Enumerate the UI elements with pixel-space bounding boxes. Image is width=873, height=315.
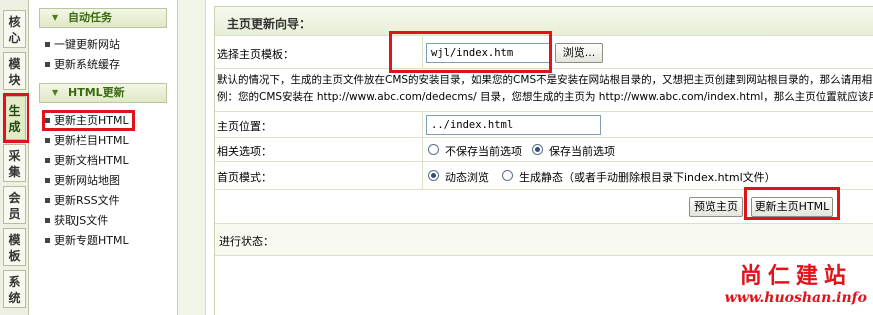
status-label: 进行状态： [219,235,274,248]
watermark-url: www.huoshan.info [724,290,867,306]
sidebar-item-update-cache[interactable]: 更新系统缓存 [45,57,120,73]
sidebar-item-update-columns[interactable]: 更新栏目HTML [45,133,129,149]
template-row: 选择主页模板： wjl/index.htm 浏览... [215,36,873,69]
bullet-icon [45,117,50,123]
mode-row: 首页模式： 动态浏览 生成静态（或者手动删除根目录下index.html文件） [215,162,873,190]
sidebar-item-update-docs[interactable]: 更新文档HTML [45,153,129,169]
bullet-icon [45,157,50,163]
preview-home-button[interactable]: 预览主页 [689,197,743,217]
tab-members[interactable]: 会员 [3,186,26,224]
sidebar-item-update-rss[interactable]: 更新RSS文件 [45,193,120,209]
sidebar-item-label: 更新RSS文件 [54,194,120,207]
note-row: 默认的情况下，生成的主页文件放在CMS的安装目录，如果您的CMS不是安装在网站根… [215,69,873,112]
sidebar-item-update-site[interactable]: 一键更新网站 [45,37,120,53]
watermark: 尚仁建站 www.huoshan.info [725,258,867,306]
bullet-icon [45,217,50,223]
sidebar-item-label: 更新网站地图 [54,174,120,187]
sidebar-item-label: 更新主页HTML [54,114,129,127]
position-row: 主页位置： ../index.html [215,112,873,138]
tab-generate[interactable]: 生成 [3,96,26,140]
sidebar-item-get-js[interactable]: 获取JS文件 [45,213,108,229]
bullet-icon [45,41,50,47]
triangle-down-icon: ▼ [52,13,59,22]
radio-no-save[interactable] [428,144,439,155]
radio-save[interactable] [532,144,543,155]
tab-core[interactable]: 核心 [3,10,26,48]
update-home-html-button[interactable]: 更新主页HTML [751,197,833,217]
sidebar-item-update-sitemap[interactable]: 更新网站地图 [45,173,120,189]
note-line-1: 默认的情况下，生成的主页文件放在CMS的安装目录，如果您的CMS不是安装在网站根… [217,74,873,86]
bullet-icon [45,197,50,203]
status-row: 进行状态： [215,224,873,256]
tab-system[interactable]: 系统 [3,270,26,308]
template-label: 选择主页模板： [217,48,294,61]
sidebar-item-update-home[interactable]: 更新主页HTML [45,113,129,129]
template-input[interactable]: wjl/index.htm [426,43,550,63]
vertical-tab-bar: 核心 模块 生成 采集 会员 模板 系统 [0,0,29,315]
sidebar-item-label: 更新文档HTML [54,154,129,167]
cell-divider [422,36,423,68]
tab-templates[interactable]: 模板 [3,228,26,266]
wizard-title-row: 主页更新向导： [215,7,873,36]
page-title: 主页更新向导： [227,17,312,31]
radio-dynamic[interactable] [428,170,439,181]
bullet-icon [45,61,50,67]
watermark-chinese: 尚仁建站 [739,263,852,289]
cell-divider [422,112,423,137]
bullet-icon [45,137,50,143]
mode-static-label: 生成静态（或者手动删除根目录下index.html文件） [519,171,776,184]
mode-dynamic-label: 动态浏览 [445,171,489,184]
cell-divider [422,138,423,161]
sidebar-item-label: 更新栏目HTML [54,134,129,147]
position-input[interactable]: ../index.html [426,115,601,135]
options-row: 相关选项： 不保存当前选项 保存当前选项 [215,138,873,162]
bullet-icon [45,177,50,183]
sidebar-item-update-topics[interactable]: 更新专题HTML [45,233,129,249]
sidebar-item-label: 更新专题HTML [54,234,129,247]
section-header-auto-tasks[interactable]: ▼ 自动任务 [39,8,167,28]
radio-static[interactable] [502,170,513,181]
triangle-down-icon: ▼ [52,88,59,97]
position-label: 主页位置： [217,120,272,133]
option-no-save-label: 不保存当前选项 [445,145,522,158]
sidebar: ▼ 自动任务 一键更新网站 更新系统缓存 ▼ HTML更新 更新主页HTML 更… [29,0,178,315]
section-title: 自动任务 [68,11,112,24]
tab-modules[interactable]: 模块 [3,52,26,90]
sidebar-item-label: 获取JS文件 [54,214,109,227]
frame-gutter [178,0,206,315]
note-line-2: 例：您的CMS安装在 http://www.abc.com/dedecms/ 目… [217,91,873,103]
option-save-label: 保存当前选项 [549,145,615,158]
options-label: 相关选项： [217,145,272,158]
section-header-html-update[interactable]: ▼ HTML更新 [39,83,167,103]
sidebar-item-label: 一键更新网站 [54,38,120,51]
cell-divider [422,162,423,189]
action-row: 预览主页 更新主页HTML [215,190,873,224]
sidebar-item-label: 更新系统缓存 [54,58,120,71]
bullet-icon [45,237,50,243]
tab-collect[interactable]: 采集 [3,144,26,182]
section-title: HTML更新 [68,86,125,99]
browse-button[interactable]: 浏览... [555,43,603,63]
mode-label: 首页模式： [217,171,272,184]
